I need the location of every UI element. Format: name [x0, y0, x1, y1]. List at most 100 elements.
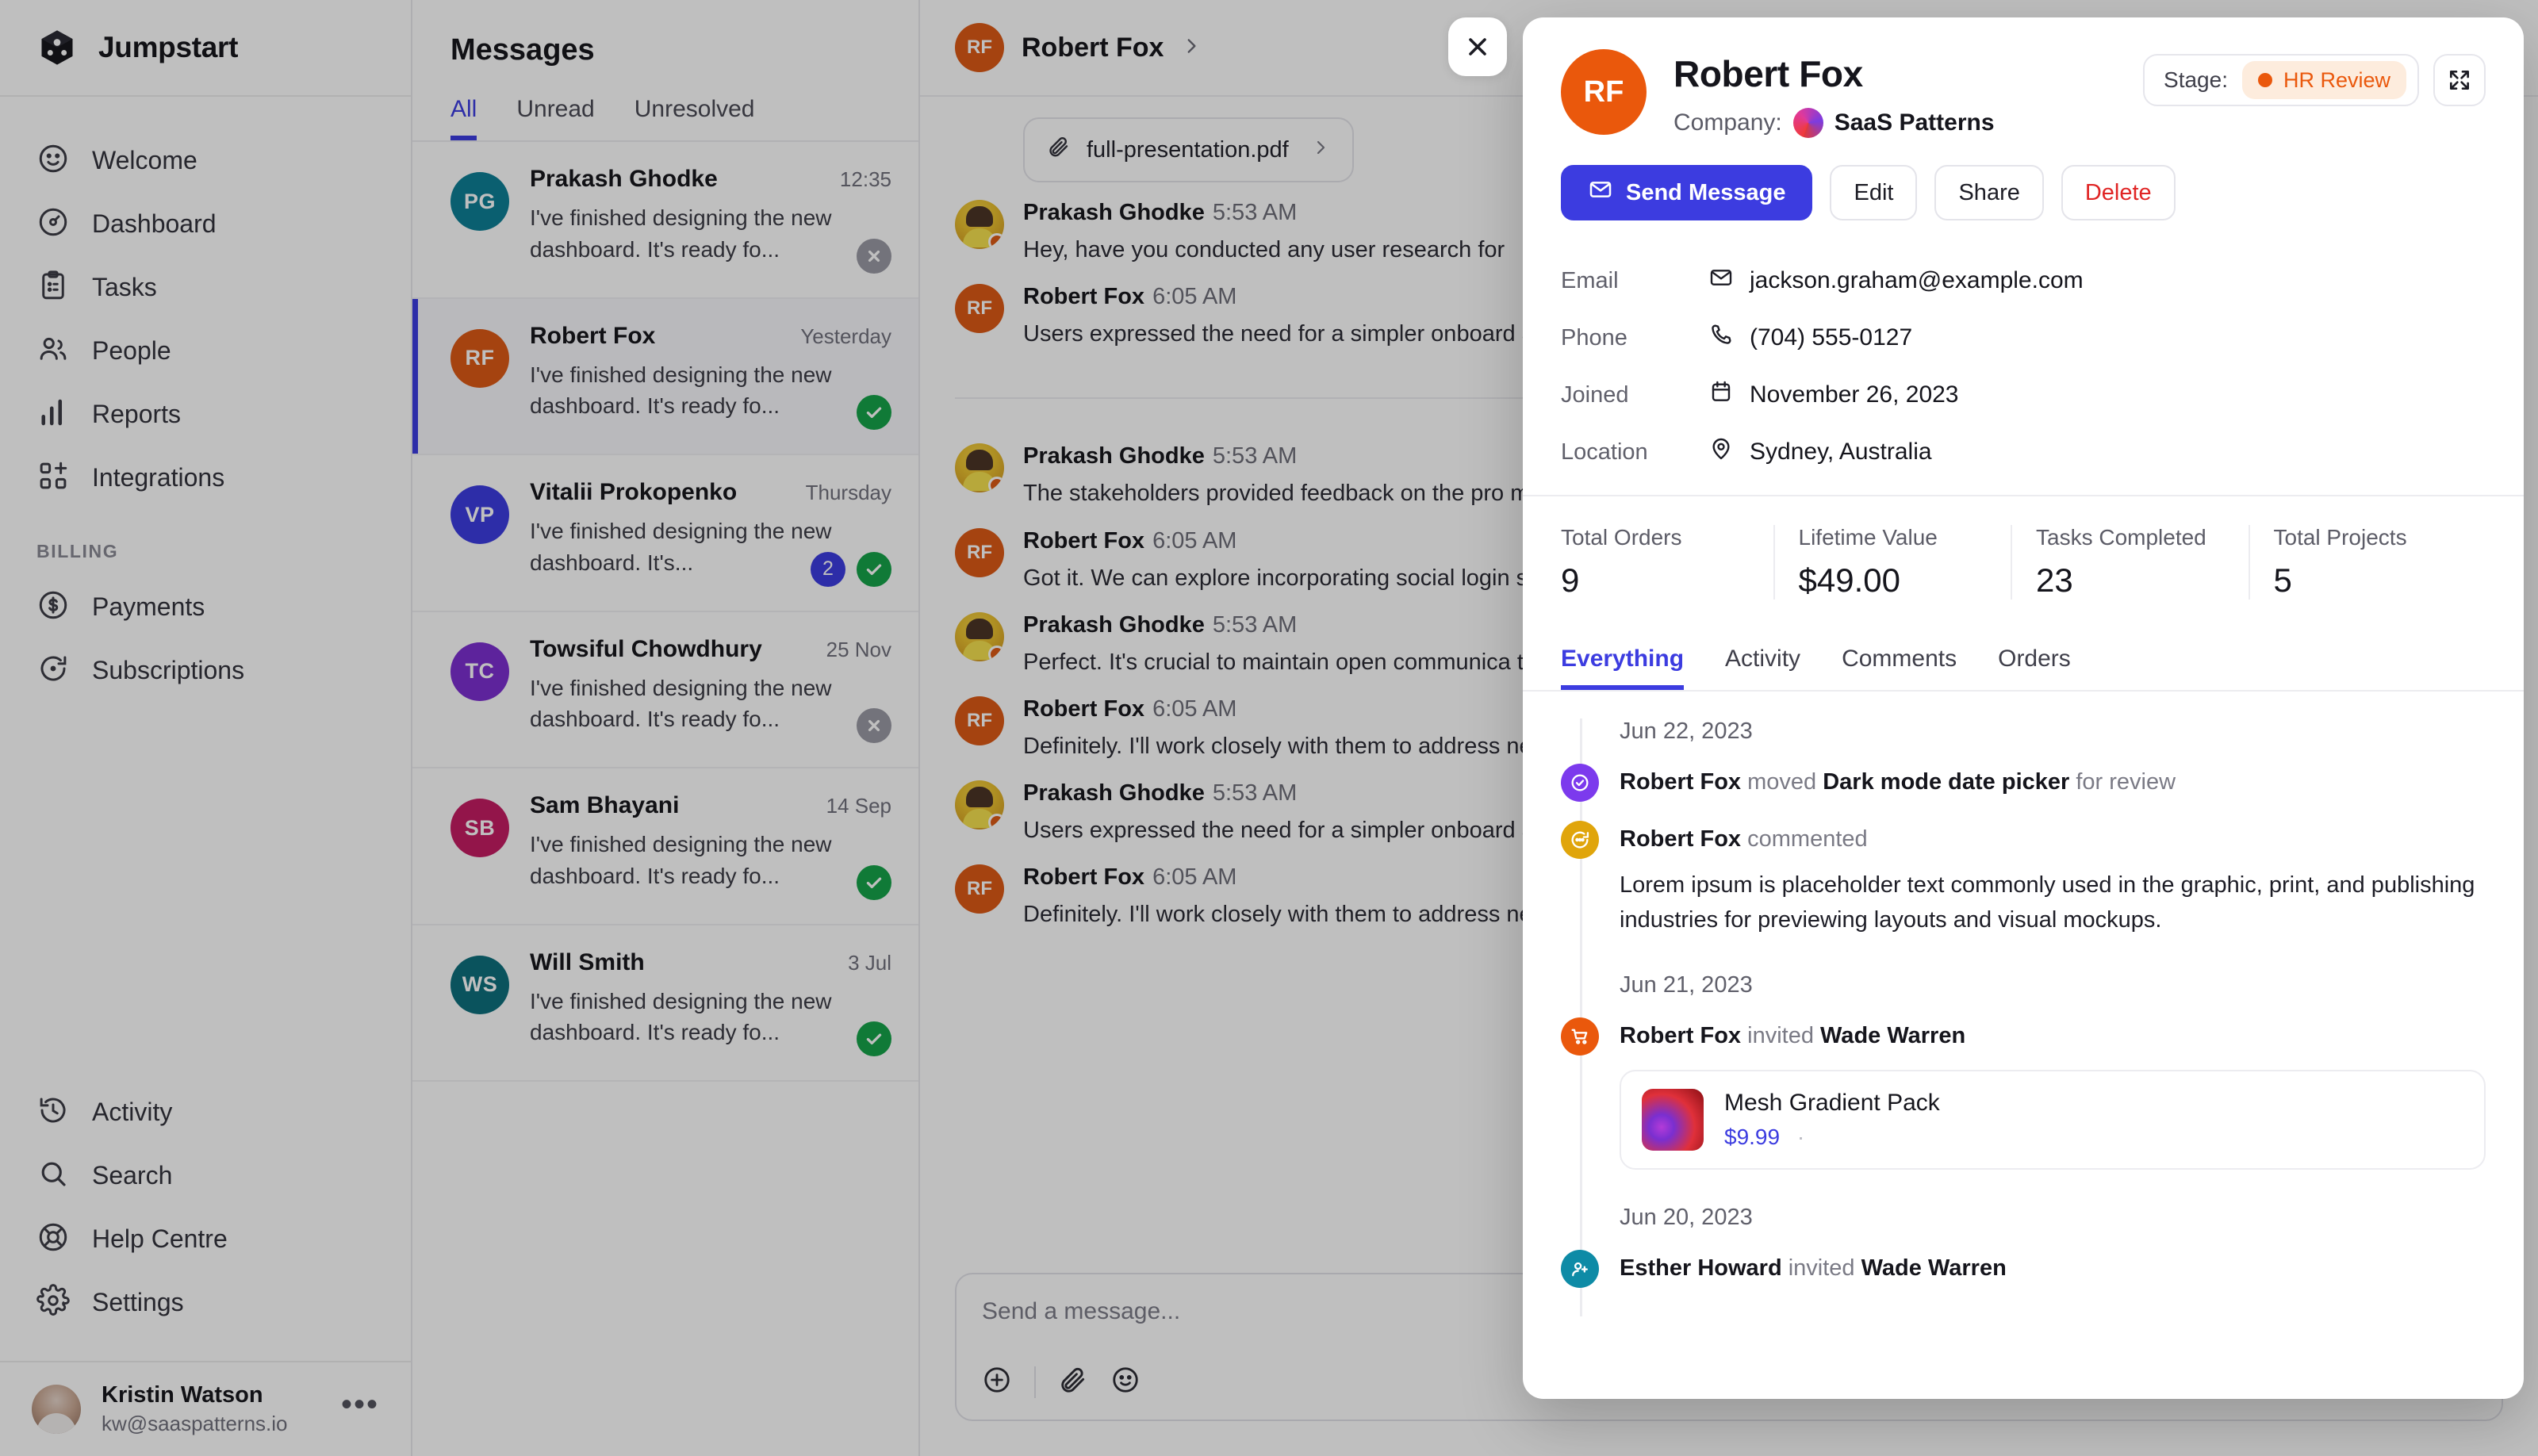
sidebar-item-help-centre[interactable]: Help Centre	[0, 1207, 411, 1270]
chat-contact-name: Robert Fox	[1022, 32, 1164, 63]
chat-message-author: Prakash Ghodke	[1023, 443, 1205, 469]
timeline-event: Robert Fox moved Dark mode date picker f…	[1561, 764, 2486, 802]
chat-message-author: Prakash Ghodke	[1023, 780, 1205, 807]
attachment-chip[interactable]: full-presentation.pdf	[1023, 117, 1354, 182]
sidebar-user-strip[interactable]: Kristin Watson kw@saaspatterns.io •••	[0, 1361, 411, 1456]
tab-activity[interactable]: Activity	[1725, 646, 1800, 690]
emoji-icon[interactable]	[1110, 1365, 1141, 1399]
list-item[interactable]: WS Will Smith 3 Jul I've finished design…	[412, 925, 918, 1082]
sidebar-item-dashboard[interactable]: Dashboard	[0, 192, 411, 255]
sidebar-item-welcome[interactable]: Welcome	[0, 128, 411, 192]
field-row-location: Location Sydney, Australia	[1561, 423, 2486, 481]
conversation-body: Will Smith 3 Jul I've finished designing…	[530, 949, 891, 1056]
timeline-actor: Esther Howard	[1620, 1255, 1782, 1282]
tab-comments[interactable]: Comments	[1842, 646, 1957, 690]
sidebar-item-label: Dashboard	[92, 209, 217, 238]
timeline-object: Wade Warren	[1861, 1255, 2007, 1282]
stat-label: Total Orders	[1561, 525, 1682, 550]
avatar: RF	[955, 527, 1004, 577]
sidebar-item-activity[interactable]: Activity	[0, 1080, 411, 1144]
sidebar-item-label: Tasks	[92, 272, 157, 301]
close-button[interactable]	[1448, 17, 1507, 76]
tab-unread[interactable]: Unread	[516, 96, 594, 140]
paperclip-icon[interactable]	[1058, 1365, 1088, 1399]
tab-unresolved[interactable]: Unresolved	[634, 96, 755, 140]
edit-button[interactable]: Edit	[1830, 165, 1918, 220]
product-name: Mesh Gradient Pack	[1724, 1090, 1940, 1117]
activity-timeline[interactable]: Jun 22, 2023 Robert Fox moved Dark mode …	[1523, 692, 2524, 1399]
user-more-button[interactable]: •••	[341, 1389, 379, 1422]
chat-message-author: Prakash Ghodke	[1023, 200, 1205, 225]
sidebar-item-search[interactable]: Search	[0, 1144, 411, 1207]
timeline-event-text: Robert Fox commented	[1620, 822, 2486, 856]
comment-icon	[1561, 821, 1599, 860]
timeline-date: Jun 20, 2023	[1620, 1205, 1753, 1231]
tab-all[interactable]: All	[450, 96, 477, 140]
expand-button[interactable]	[2433, 54, 2486, 106]
presence-dot	[988, 814, 1004, 830]
sidebar-item-subscriptions[interactable]: Subscriptions	[0, 638, 411, 702]
presence-dot	[988, 233, 1004, 249]
cart-icon	[1561, 1017, 1599, 1056]
sidebar-item-tasks[interactable]: Tasks	[0, 255, 411, 319]
conversation-top: Towsiful Chowdhury 25 Nov	[530, 636, 891, 663]
list-item[interactable]: PG Prakash Ghodke 12:35 I've finished de…	[412, 142, 918, 299]
avatar: PG	[450, 172, 509, 231]
tab-orders[interactable]: Orders	[1998, 646, 2071, 690]
contact-fields: Email jackson.graham@example.com Phone (…	[1523, 220, 2524, 481]
list-item[interactable]: TC Towsiful Chowdhury 25 Nov I've finish…	[412, 612, 918, 768]
attachment-filename: full-presentation.pdf	[1087, 136, 1289, 163]
people-icon	[36, 332, 70, 370]
check-circle-icon	[1561, 764, 1599, 802]
sidebar-user-name: Kristin Watson	[102, 1382, 263, 1408]
status-badge-resolved	[857, 395, 891, 430]
list-item[interactable]: SB Sam Bhayani 14 Sep I've finished desi…	[412, 768, 918, 925]
chat-message-author: Robert Fox	[1023, 527, 1145, 554]
plus-circle-icon[interactable]	[982, 1365, 1012, 1399]
chat-message-author: Prakash Ghodke	[1023, 611, 1205, 638]
share-button[interactable]: Share	[1934, 165, 2044, 220]
pin-icon	[1708, 436, 1734, 468]
sidebar-item-settings[interactable]: Settings	[0, 1270, 411, 1334]
timeline-actor: Robert Fox	[1620, 1023, 1742, 1049]
delete-button[interactable]: Delete	[2061, 165, 2176, 220]
send-message-button[interactable]: Send Message	[1561, 165, 1813, 220]
list-item[interactable]: VP Vitalii Prokopenko Thursday I've fini…	[412, 455, 918, 612]
avatar: RF	[955, 23, 1004, 72]
sidebar-item-people[interactable]: People	[0, 319, 411, 382]
sidebar-item-label: Settings	[92, 1287, 184, 1316]
timeline-actor: Robert Fox	[1620, 826, 1742, 853]
chevron-right-icon[interactable]	[1181, 36, 1202, 60]
avatar: WS	[450, 955, 509, 1014]
conversation-body: Towsiful Chowdhury 25 Nov I've finished …	[530, 636, 891, 743]
field-value-wrap: jackson.graham@example.com	[1708, 265, 2084, 297]
stage-selector[interactable]: Stage: HR Review	[2143, 54, 2419, 106]
stat-label: Total Projects	[2273, 525, 2407, 550]
list-item[interactable]: RF Robert Fox Yesterday I've finished de…	[412, 298, 918, 455]
field-value: jackson.graham@example.com	[1750, 267, 2084, 293]
product-card[interactable]: Mesh Gradient Pack $9.99 ·	[1620, 1070, 2486, 1171]
lifebuoy-icon	[36, 1220, 70, 1258]
sidebar-item-reports[interactable]: Reports	[0, 382, 411, 446]
stage-value: HR Review	[2283, 67, 2390, 92]
sidebar-item-integrations[interactable]: Integrations	[0, 446, 411, 509]
modal-header-actions: Stage: HR Review	[2143, 49, 2486, 138]
modal-header: RF Robert Fox Company: SaaS Patterns Sta…	[1523, 17, 2524, 138]
modal-identity: Robert Fox Company: SaaS Patterns	[1673, 49, 2116, 138]
field-value-wrap: (704) 555-0127	[1708, 322, 1912, 354]
sidebar-item-payments[interactable]: Payments	[0, 575, 411, 638]
divider	[1034, 1366, 1036, 1398]
tab-everything[interactable]: Everything	[1561, 646, 1684, 690]
status-dot-icon	[2257, 73, 2272, 87]
conversation-name: Sam Bhayani	[530, 792, 680, 818]
timeline-object: Wade Warren	[1820, 1023, 1966, 1049]
chat-message-time: 6:05 AM	[1152, 284, 1237, 310]
company-name: SaaS Patterns	[1834, 109, 1995, 136]
conversation-time: 14 Sep	[826, 794, 891, 818]
avatar: RF	[955, 284, 1004, 334]
avatar	[955, 200, 1004, 249]
sidebar-item-label: People	[92, 335, 171, 365]
sidebar: Jumpstart Welcome Dashboard Tasks People…	[0, 0, 412, 1456]
avatar: VP	[450, 485, 509, 544]
